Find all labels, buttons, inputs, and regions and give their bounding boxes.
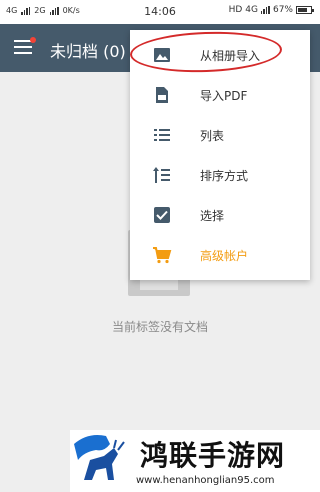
hd-label: HD — [228, 5, 243, 15]
list-icon — [154, 129, 170, 141]
deer-logo-icon — [70, 430, 130, 492]
cart-icon — [153, 247, 172, 264]
menu-item-list-view[interactable]: 列表 — [130, 115, 310, 155]
menu-item-label: 排序方式 — [200, 169, 249, 183]
net-label: 4G — [245, 5, 258, 15]
checkbox-icon — [154, 207, 170, 223]
status-right: HD 4G 67% — [228, 5, 314, 15]
menu-item-sort[interactable]: 排序方式 — [130, 155, 310, 195]
battery-percent: 67% — [272, 5, 293, 15]
sort-icon — [153, 167, 170, 183]
menu-item-premium-account[interactable]: 高级帐户 — [130, 235, 310, 275]
hamburger-menu-icon[interactable] — [14, 40, 32, 56]
menu-item-label: 导入PDF — [200, 89, 248, 103]
menu-item-label: 高级帐户 — [200, 249, 249, 263]
menu-item-import-pdf[interactable]: 导入PDF — [130, 75, 310, 115]
watermark-banner: 鸿联手游网 www.henanhonglian95.com — [70, 430, 320, 492]
signal-icon-3 — [260, 6, 270, 14]
menu-item-select[interactable]: 选择 — [130, 195, 310, 235]
status-bar: 4G 2G 0K/s 14:06 HD 4G 67% — [0, 0, 320, 24]
empty-state-message: 当前标签没有文档 — [111, 320, 208, 334]
menu-item-label: 列表 — [200, 129, 225, 143]
battery-icon — [296, 6, 314, 14]
pdf-icon — [156, 87, 168, 103]
watermark-title: 鸿联手游网 — [140, 439, 286, 472]
notification-dot — [30, 37, 36, 43]
page-title: 未归档 (0) — [50, 42, 126, 61]
watermark-url: www.henanhonglian95.com — [136, 475, 275, 486]
menu-item-label: 选择 — [200, 209, 225, 223]
